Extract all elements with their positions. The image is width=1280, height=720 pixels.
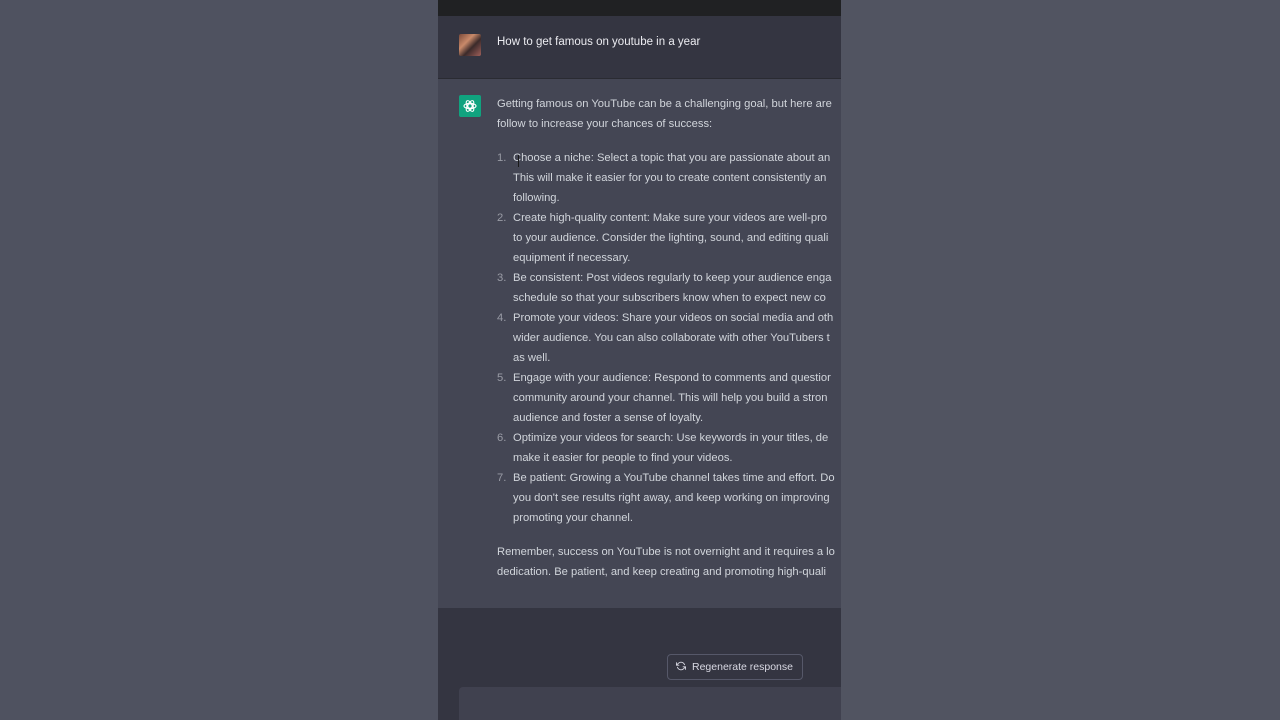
list-line: equipment if necessary. [513,252,631,264]
assistant-message-text: Getting famous on YouTube can be a chall… [497,94,841,582]
list-item: 3. Be consistent: Post videos regularly … [497,268,841,308]
tips-list: 1. Choose a niche: Select a topic that y… [497,148,841,528]
refresh-icon [675,661,687,674]
list-number: 4. [497,312,507,324]
list-line: you don't see results right away, and ke… [513,492,830,504]
list-item: 1. Choose a niche: Select a topic that y… [497,148,841,208]
outro-line: dedication. Be patient, and keep creatin… [497,566,827,578]
list-item: 5. Engage with your audience: Respond to… [497,368,841,428]
blurred-background-left [0,0,438,720]
list-line: Be consistent: Post videos regularly to … [513,272,832,284]
footer-area: Regenerate response [438,608,841,720]
intro-line: Getting famous on YouTube can be a chall… [497,98,832,110]
list-number: 5. [497,372,507,384]
list-line: Create high-quality content: Make sure y… [513,212,828,224]
list-line: Engage with your audience: Respond to co… [513,372,831,384]
regenerate-response-button[interactable]: Regenerate response [667,654,803,680]
list-line: Promote your videos: Share your videos o… [513,312,834,324]
list-line: make it easier for people to find your v… [513,452,733,464]
regenerate-label: Regenerate response [692,661,793,673]
list-line: Choose a niche: Select a topic that you … [513,152,831,164]
list-number: 3. [497,272,507,284]
list-item: 4. Promote your videos: Share your video… [497,308,841,368]
list-line: This will make it easier for you to crea… [513,172,827,184]
list-line: wider audience. You can also collaborate… [513,332,830,344]
list-item: 6. Optimize your videos for search: Use … [497,428,841,468]
list-line: to your audience. Consider the lighting,… [513,232,829,244]
assistant-message-row: Getting famous on YouTube can be a chall… [438,79,841,608]
outro-line: Remember, success on YouTube is not over… [497,546,835,558]
message-input[interactable] [459,687,841,720]
openai-logo-icon [459,95,481,117]
user-avatar [459,34,481,56]
list-line: following. [513,192,560,204]
list-line: as well. [513,352,551,364]
list-line: audience and foster a sense of loyalty. [513,412,704,424]
user-message-row: How to get famous on youtube in a year [438,16,841,79]
blurred-background-right [841,0,1280,720]
intro-line: follow to increase your chances of succe… [497,118,713,130]
chat-window: How to get famous on youtube in a year G… [438,0,841,720]
list-number: 2. [497,212,507,224]
user-message-text: How to get famous on youtube in a year [497,36,701,48]
list-line: Optimize your videos for search: Use key… [513,432,829,444]
list-number: 6. [497,432,507,444]
list-item: 2. Create high-quality content: Make sur… [497,208,841,268]
list-line: promoting your channel. [513,512,634,524]
list-item: 7. Be patient: Growing a YouTube channel… [497,468,841,528]
list-line: schedule so that your subscribers know w… [513,292,826,304]
list-line: community around your channel. This will… [513,392,828,404]
text-cursor [518,155,519,167]
list-number: 7. [497,472,507,484]
top-bar [438,0,841,16]
list-number: 1. [497,152,507,164]
list-line: Be patient: Growing a YouTube channel ta… [513,472,835,484]
